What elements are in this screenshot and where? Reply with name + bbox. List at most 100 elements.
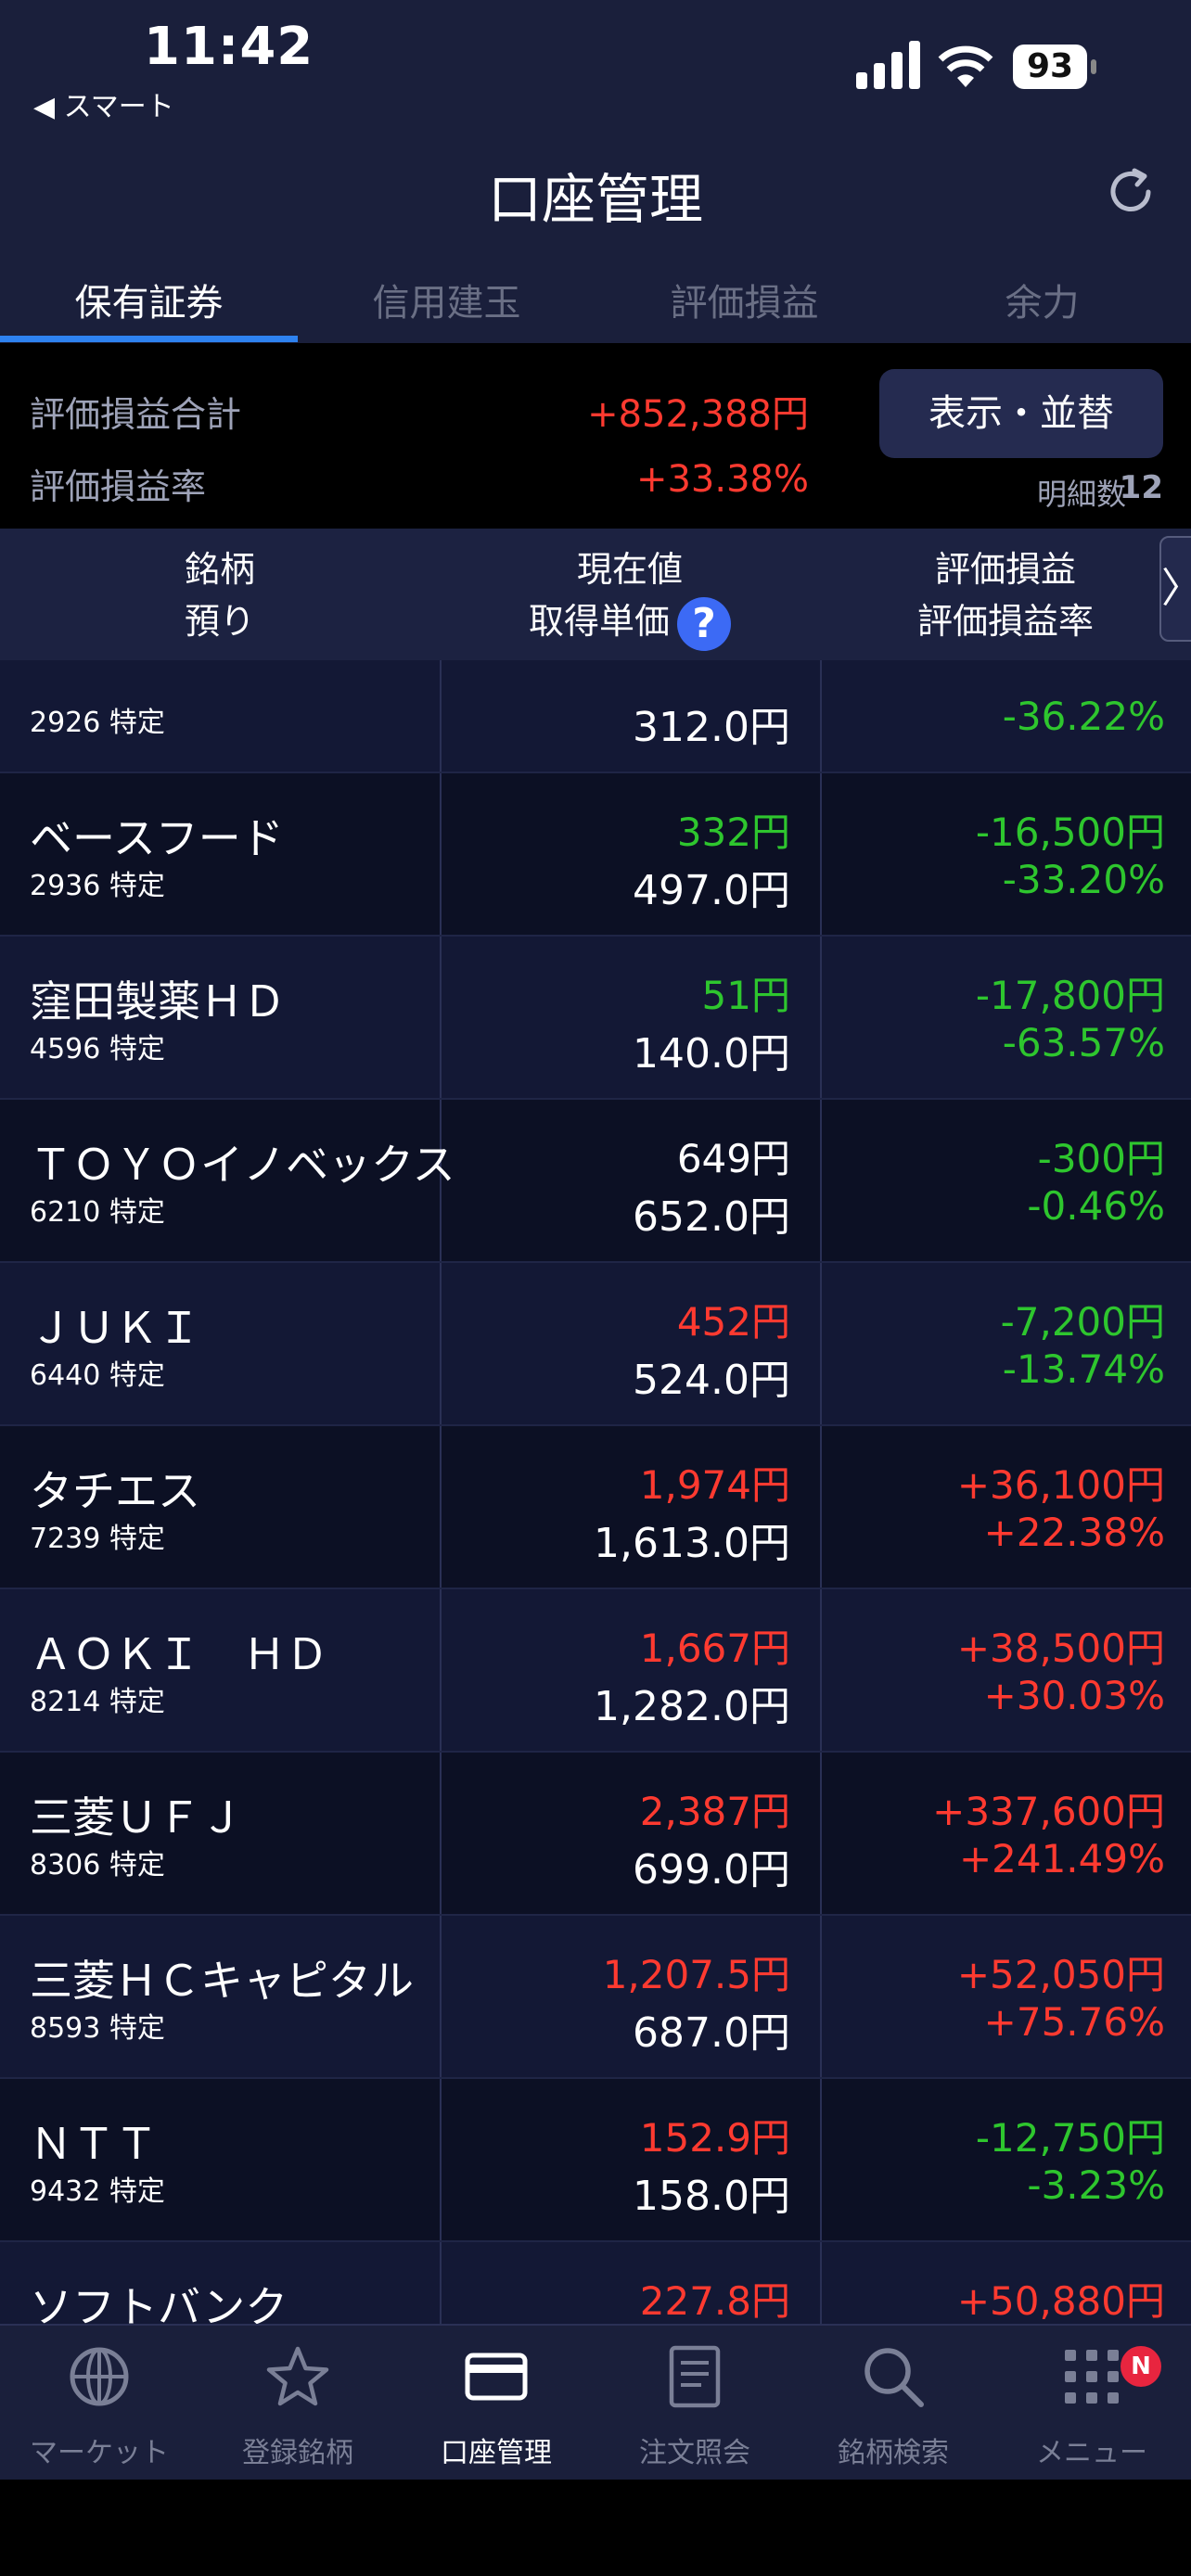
- column-divider: [820, 1100, 822, 1261]
- status-time: 11:42: [144, 17, 314, 77]
- valuation-pl: +36,100円: [956, 1462, 1165, 1508]
- column-divider: [820, 937, 822, 1098]
- column-header-pl: 評価損益 評価損益率: [820, 543, 1191, 647]
- globe-icon: [70, 2347, 129, 2406]
- tab-buying-power[interactable]: 余力: [893, 273, 1191, 326]
- valuation-pl: +52,050円: [956, 1952, 1165, 1997]
- holding-row[interactable]: ＴＯＹＯイノベックス 6210 特定 649円 652.0円 -300円 -0.46%: [0, 1100, 1191, 1263]
- valuation-pl-rate: +22.38%: [983, 1510, 1165, 1555]
- holding-name: ＡＯＫＩ ＨＤ: [30, 1629, 328, 1679]
- cellular-signal-icon: [856, 41, 920, 89]
- pl-rate-value: +33.38%: [635, 458, 809, 501]
- star-icon: [266, 2346, 329, 2406]
- holding-row[interactable]: ソフトバンク9434 特定227.8円196.0円+50,880円+16.22%: [0, 2242, 1191, 2324]
- holding-code-account: 4596 特定: [30, 1033, 165, 1065]
- acquisition-price: 140.0円: [633, 1030, 790, 1078]
- tab-holdings[interactable]: 保有証券: [0, 273, 298, 326]
- col-pl-label: 評価損益: [934, 549, 1076, 590]
- valuation-pl-rate: +75.76%: [983, 1999, 1165, 2045]
- valuation-pl-rate: +30.03%: [983, 1673, 1165, 1718]
- refresh-icon[interactable]: [1104, 165, 1158, 219]
- nav-bar: 口座管理: [0, 130, 1191, 250]
- valuation-pl: +50,880円: [956, 2278, 1165, 2324]
- column-divider: [820, 1916, 822, 2077]
- search-icon: [864, 2348, 924, 2407]
- holding-row[interactable]: ＮＴＴ 9432 特定 152.9円 158.0円 -12,750円 -3.23%: [0, 2079, 1191, 2242]
- valuation-pl: -300円: [1037, 1136, 1165, 1181]
- valuation-pl-rate: -13.74%: [1002, 1346, 1165, 1392]
- column-divider: [820, 1263, 822, 1424]
- column-divider: [440, 1263, 442, 1424]
- column-divider: [820, 1426, 822, 1588]
- valuation-pl: -17,800円: [975, 973, 1165, 1018]
- holding-row[interactable]: 三菱ＵＦＪ 8306 特定 2,387円 699.0円 +337,600円 +241.49…: [0, 1753, 1191, 1916]
- column-divider: [440, 2079, 442, 2240]
- nav-menu[interactable]: N メニュー: [992, 2326, 1191, 2481]
- back-to-app-link[interactable]: ◀ スマート: [33, 83, 174, 124]
- nav-search-label: 銘柄検索: [838, 2437, 949, 2469]
- column-divider: [440, 660, 442, 772]
- holding-name: タチエス: [30, 1466, 200, 1516]
- nav-orders-label: 注文照会: [639, 2437, 750, 2469]
- column-header-price: 現在値 取得単価?: [440, 543, 820, 651]
- nav-search[interactable]: 銘柄検索: [794, 2326, 992, 2481]
- holding-row[interactable]: ＡＯＫＩ ＨＤ 8214 特定 1,667円 1,282.0円 +38,500円 +30.…: [0, 1589, 1191, 1753]
- card-icon: [465, 2353, 528, 2401]
- holding-name: 三菱ＨＣキャピタル: [30, 1956, 414, 2006]
- battery-level: 93: [1013, 45, 1087, 89]
- holding-code-account: 8593 特定: [30, 2012, 165, 2045]
- valuation-pl: -12,750円: [975, 2115, 1165, 2161]
- tab-indicator: [0, 336, 298, 342]
- wifi-icon: [938, 45, 993, 87]
- nav-orders[interactable]: 注文照会: [596, 2326, 794, 2481]
- pl-rate-label: 評価損益率: [30, 466, 207, 507]
- column-divider: [440, 1753, 442, 1914]
- acquisition-price: 158.0円: [633, 2173, 790, 2220]
- column-divider: [820, 1589, 822, 1751]
- valuation-pl: -7,200円: [1000, 1299, 1165, 1345]
- battery-icon: 93: [1013, 45, 1098, 91]
- holding-row[interactable]: 2926 特定 312.0円 -36.22%: [0, 660, 1191, 773]
- nav-account[interactable]: 口座管理: [397, 2326, 596, 2481]
- column-divider: [820, 773, 822, 935]
- nav-account-label: 口座管理: [441, 2437, 552, 2469]
- tab-bar: 保有証券 信用建玉 評価損益 余力: [0, 250, 1191, 343]
- col-cost-label: 取得単価: [528, 601, 670, 642]
- holding-name: ＴＯＹＯイノベックス: [30, 1140, 455, 1190]
- current-price: 1,667円: [639, 1626, 790, 1671]
- holding-code-account: 2936 特定: [30, 870, 165, 902]
- holding-row[interactable]: タチエス 7239 特定 1,974円 1,613.0円 +36,100円 +22.38%: [0, 1426, 1191, 1589]
- acquisition-price: 699.0円: [633, 1846, 790, 1894]
- notification-badge: N: [1121, 2346, 1161, 2387]
- help-icon[interactable]: ?: [677, 596, 731, 651]
- column-divider: [440, 773, 442, 935]
- column-divider: [440, 1589, 442, 1751]
- column-divider: [440, 2242, 442, 2324]
- display-sort-button[interactable]: 表示・並替: [879, 369, 1163, 458]
- column-divider: [820, 660, 822, 772]
- holding-code-account: 9432 特定: [30, 2175, 165, 2208]
- column-divider: [440, 1426, 442, 1588]
- valuation-pl: +337,600円: [932, 1789, 1165, 1834]
- nav-market[interactable]: マーケット: [0, 2326, 198, 2481]
- holding-row[interactable]: 窪田製薬ＨＤ 4596 特定 51円 140.0円 -17,800円 -63.57%: [0, 937, 1191, 1100]
- holding-row[interactable]: ＪＵＫＩ 6440 特定 452円 524.0円 -7,200円 -13.74%: [0, 1263, 1191, 1426]
- current-price: 51円: [701, 973, 790, 1018]
- holding-row[interactable]: 三菱ＨＣキャピタル 8593 特定 1,207.5円 687.0円 +52,050円 +7…: [0, 1916, 1191, 2079]
- scroll-right-chevron-icon[interactable]: 〉: [1159, 536, 1191, 642]
- tab-margin-positions[interactable]: 信用建玉: [298, 273, 596, 326]
- col-price-label: 現在値: [576, 549, 683, 590]
- valuation-pl-rate: -0.46%: [1027, 1183, 1165, 1229]
- col-name-label: 銘柄: [184, 549, 255, 590]
- holding-row[interactable]: ベースフード 2936 特定 332円 497.0円 -16,500円 -33.20%: [0, 773, 1191, 937]
- valuation-pl-rate: -36.22%: [1002, 694, 1165, 739]
- acquisition-price: 497.0円: [633, 867, 790, 914]
- holdings-list[interactable]: 2926 特定 312.0円 -36.22% ベースフード 2936 特定 332円 497…: [0, 660, 1191, 2324]
- bottom-nav: マーケット 登録銘柄 口座管理 注文照会 銘柄検索 N メニュー: [0, 2324, 1191, 2481]
- holding-name: ベースフード: [30, 813, 284, 863]
- valuation-pl-rate: +241.49%: [958, 1836, 1165, 1881]
- current-price: 332円: [676, 810, 790, 855]
- tab-valuation[interactable]: 評価損益: [596, 273, 893, 326]
- nav-watchlist[interactable]: 登録銘柄: [198, 2326, 397, 2481]
- page-title: 口座管理: [487, 168, 703, 231]
